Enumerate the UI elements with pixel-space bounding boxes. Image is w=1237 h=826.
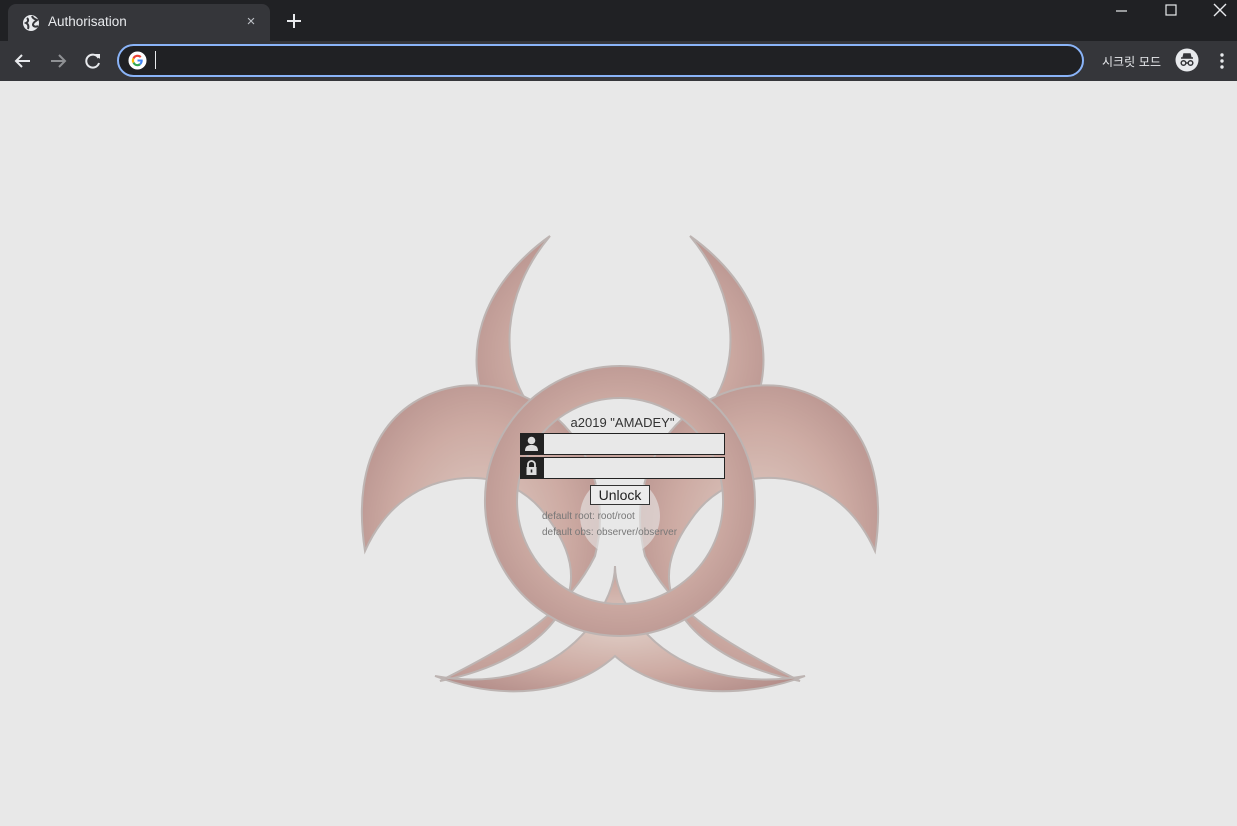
globe-icon bbox=[23, 15, 39, 31]
tab-title: Authorisation bbox=[48, 14, 127, 29]
login-title: a2019 "AMADEY" bbox=[570, 415, 675, 430]
default-observer-hint: default obs: observer/observer bbox=[542, 527, 678, 538]
forward-arrow-icon[interactable] bbox=[47, 50, 69, 72]
browser-toolbar: 시크릿 모드 bbox=[0, 41, 1237, 81]
username-input[interactable] bbox=[543, 433, 725, 455]
address-input[interactable] bbox=[153, 49, 1053, 71]
address-bar[interactable] bbox=[117, 44, 1084, 77]
new-tab-plus-icon[interactable] bbox=[283, 10, 305, 32]
incognito-label: 시크릿 모드 bbox=[1102, 55, 1162, 69]
kebab-menu-icon[interactable] bbox=[1212, 51, 1232, 71]
password-row bbox=[520, 457, 725, 479]
back-arrow-icon[interactable] bbox=[12, 50, 34, 72]
window-close-icon[interactable] bbox=[1196, 0, 1237, 30]
lock-icon bbox=[520, 457, 543, 479]
user-icon bbox=[520, 433, 543, 455]
password-input[interactable] bbox=[543, 457, 725, 479]
incognito-icon[interactable] bbox=[1175, 48, 1199, 72]
unlock-button[interactable]: Unlock bbox=[590, 485, 650, 505]
browser-titlebar: Authorisation × bbox=[0, 0, 1237, 41]
page-content: a2019 "AMADEY" Unlock default root: root… bbox=[0, 81, 1237, 826]
username-row bbox=[520, 433, 725, 455]
text-caret bbox=[155, 51, 156, 69]
google-logo-icon bbox=[128, 51, 147, 70]
maximize-icon[interactable] bbox=[1148, 0, 1194, 30]
tab-close-icon[interactable]: × bbox=[242, 13, 260, 31]
minimize-icon[interactable] bbox=[1098, 0, 1144, 30]
reload-icon[interactable] bbox=[82, 50, 104, 72]
default-root-hint: default root: root/root bbox=[542, 511, 635, 522]
browser-tab-active[interactable]: Authorisation × bbox=[8, 4, 270, 41]
